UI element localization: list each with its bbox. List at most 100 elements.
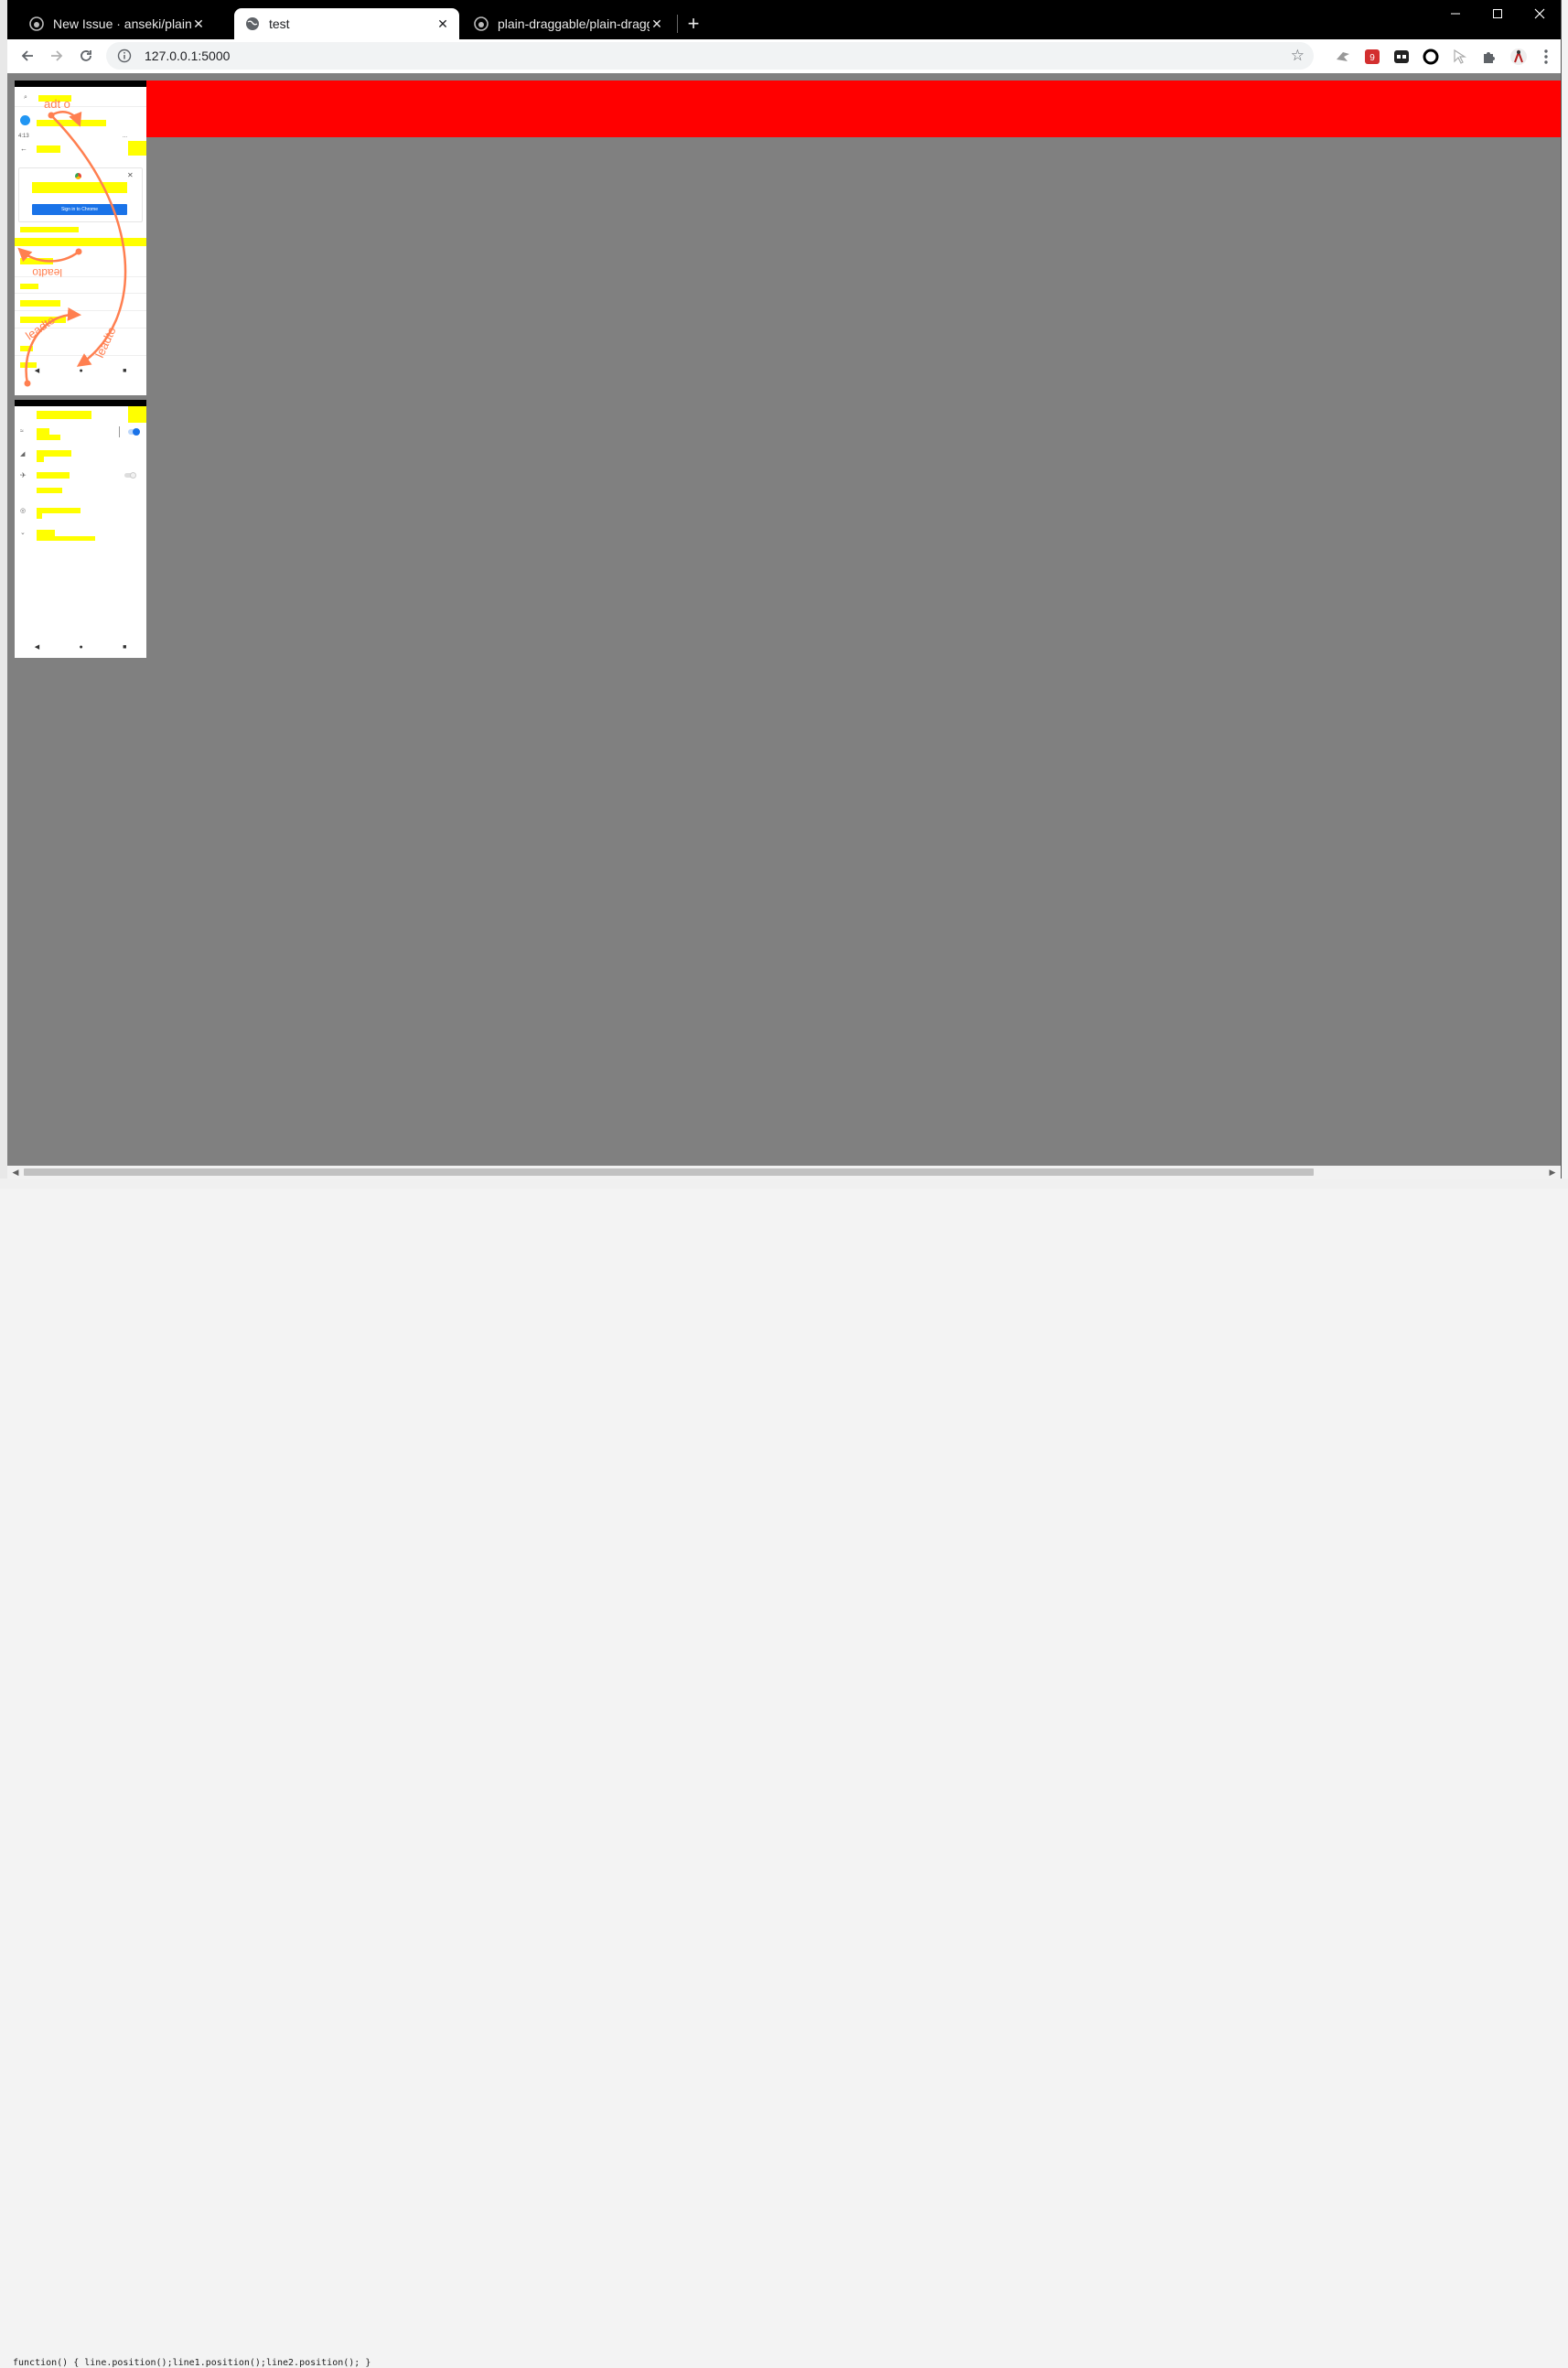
tab-label: New Issue · anseki/plain-dragg (53, 16, 191, 31)
highlight-box (37, 120, 106, 126)
scroll-left-icon[interactable]: ◀ (9, 1166, 22, 1179)
phone-nav-bar: ◀ ● ■ (15, 364, 146, 377)
forward-button[interactable] (44, 43, 70, 69)
highlight-box (37, 450, 71, 457)
nav-back-icon[interactable]: ◀ (35, 367, 39, 374)
toggle-switch-off[interactable] (124, 472, 136, 479)
nav-back-icon[interactable]: ◀ (35, 643, 39, 651)
search-icon: ⌕ (24, 94, 27, 101)
maximize-icon (1493, 9, 1502, 18)
highlight-box (37, 530, 55, 536)
highlight-box (37, 488, 62, 493)
tab-separator (677, 15, 678, 33)
phone-screenshot-2[interactable]: ≈ ◢ ✈ ◎ ⌄ ◀ ● ■ (15, 400, 146, 658)
arrow-right-icon (51, 50, 63, 61)
nav-home-icon[interactable]: ● (79, 644, 82, 651)
highlight-box (32, 182, 127, 193)
highlight-box (128, 406, 146, 423)
close-icon (1534, 8, 1545, 19)
browser-window: New Issue · anseki/plain-dragg ✕ test ✕ … (7, 0, 1562, 1179)
divider (15, 293, 146, 294)
window-close-button[interactable] (1519, 0, 1561, 27)
signal-icon: ◢ (20, 451, 26, 457)
highlight-box (38, 95, 71, 102)
nav-home-icon[interactable]: ● (79, 368, 82, 374)
nav-recents-icon[interactable]: ■ (123, 644, 126, 651)
new-tab-button[interactable]: + (681, 11, 706, 37)
svg-text:9: 9 (1369, 53, 1375, 63)
nav-recents-icon[interactable]: ■ (123, 368, 126, 374)
phone-screenshot-1[interactable]: ⌕ 4:13 ... ← ✕ Sign in to Chrome ◀ ● ■ (15, 81, 146, 395)
extensions-puzzle-icon[interactable] (1480, 48, 1498, 66)
desktop-code-line: function() { line.position();line1.posit… (13, 2358, 371, 2368)
menu-kebab-icon[interactable] (1537, 48, 1555, 66)
close-icon[interactable]: ✕ (191, 16, 206, 32)
toggle-switch-on[interactable] (128, 428, 140, 436)
close-icon[interactable]: ✕ (650, 16, 664, 32)
highlight-box (37, 457, 44, 462)
extension-cursor-icon[interactable] (1451, 48, 1469, 66)
highlight-box (20, 346, 33, 351)
github-icon (474, 16, 489, 31)
minimize-button[interactable] (1434, 0, 1477, 27)
extension-red-badge-icon[interactable]: 9 (1363, 48, 1381, 66)
wifi-icon: ≈ (20, 428, 24, 435)
chevron-down-icon[interactable]: ⌄ (20, 529, 26, 536)
highlight-box (37, 536, 95, 541)
phone-status-strip (15, 400, 146, 406)
tab-new-issue[interactable]: New Issue · anseki/plain-dragg ✕ (18, 8, 215, 39)
divider (15, 310, 146, 311)
scrollbar-thumb[interactable] (24, 1168, 1314, 1176)
highlight-box (37, 145, 60, 153)
highlight-box (20, 284, 38, 289)
highlight-box (37, 513, 42, 519)
phone-status-strip (15, 81, 146, 87)
close-icon[interactable]: ✕ (435, 16, 450, 32)
tab-test[interactable]: test ✕ (234, 8, 459, 39)
highlight-box (20, 227, 79, 232)
highlight-box (20, 317, 66, 323)
highlight-box (128, 141, 146, 156)
horizontal-scrollbar[interactable]: ◀ ▶ (7, 1166, 1561, 1179)
back-arrow-icon: ← (20, 145, 27, 153)
desktop-bottom-edge: function() { line.position();line1.posit… (0, 1179, 1568, 2368)
profile-avatar-icon[interactable] (1509, 48, 1528, 66)
status-icons: ... (123, 134, 128, 139)
back-button[interactable] (15, 43, 40, 69)
globe-icon (245, 16, 260, 31)
scroll-right-icon[interactable]: ▶ (1546, 1166, 1559, 1179)
address-bar[interactable]: 127.0.0.1:5000 ☆ (106, 42, 1314, 70)
tab-label: plain-draggable/plain-draggal (498, 16, 650, 31)
url-text[interactable]: 127.0.0.1:5000 (145, 48, 230, 63)
highlight-bar (15, 238, 146, 246)
info-icon[interactable] (117, 48, 132, 68)
page-viewport: ⌕ 4:13 ... ← ✕ Sign in to Chrome ◀ ● ■ ≈… (7, 73, 1561, 1166)
extension-ring-icon[interactable] (1422, 48, 1440, 66)
tab-label: test (269, 16, 290, 31)
reload-button[interactable] (73, 43, 99, 69)
bookmark-star-icon[interactable]: ☆ (1291, 47, 1305, 65)
divider-vertical (119, 426, 120, 437)
status-time: 4:13 (18, 134, 29, 139)
arrow-left-icon (21, 50, 33, 61)
divider (15, 355, 146, 356)
sign-in-button[interactable]: Sign in to Chrome (32, 204, 127, 215)
reload-icon (81, 50, 91, 61)
extension-dark-box-icon[interactable] (1392, 48, 1411, 66)
minimize-icon (1451, 13, 1460, 15)
tab-plain-draggable[interactable]: plain-draggable/plain-draggal ✕ (463, 8, 673, 39)
maximize-button[interactable] (1477, 0, 1519, 27)
extension-bird-icon[interactable] (1334, 48, 1352, 66)
highlight-box (37, 428, 49, 435)
chrome-logo-icon (75, 173, 81, 179)
highlight-box (37, 411, 91, 419)
highlight-box (20, 300, 60, 307)
close-icon[interactable]: ✕ (127, 171, 134, 179)
highlight-box (37, 435, 60, 440)
browser-toolbar: 127.0.0.1:5000 ☆ 9 (7, 39, 1561, 74)
highlight-box (20, 258, 53, 264)
highlight-box (37, 508, 81, 513)
red-band (146, 81, 1561, 137)
highlight-box (37, 472, 70, 479)
airplane-icon: ✈ (20, 471, 27, 479)
